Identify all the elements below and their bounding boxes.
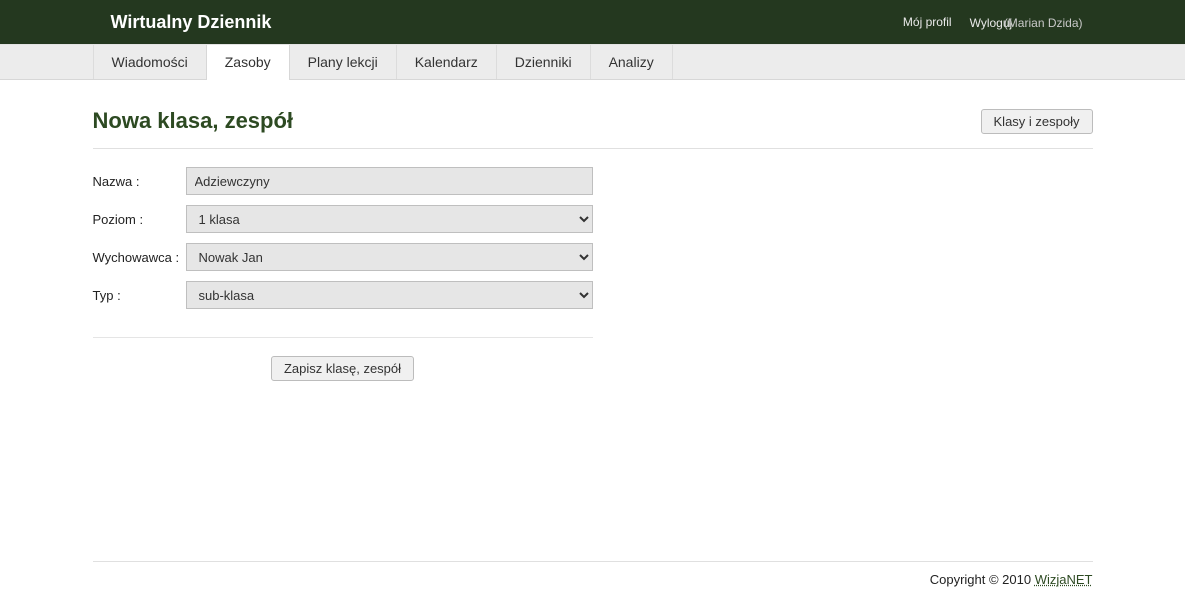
- tab-dzienniki[interactable]: Dzienniki: [496, 45, 591, 79]
- footer-link[interactable]: WizjaNET: [1035, 572, 1093, 587]
- save-button[interactable]: Zapisz klasę, zespół: [271, 356, 414, 381]
- tab-wiadomosci[interactable]: Wiadomości: [93, 45, 207, 79]
- tabs-bar: Wiadomości Zasoby Plany lekcji Kalendarz…: [0, 44, 1185, 80]
- level-select[interactable]: 1 klasa: [186, 205, 593, 233]
- app-title: Wirtualny Dziennik: [97, 12, 272, 33]
- header-links: Mój profil Wyloguj (Marian Dzida): [903, 15, 1089, 30]
- classes-groups-button[interactable]: Klasy i zespoły: [981, 109, 1093, 134]
- level-label: Poziom :: [93, 212, 186, 227]
- footer: Copyright © 2010 WizjaNET: [93, 561, 1093, 605]
- form-area: Nazwa : Poziom : 1 klasa Wychowawca : No…: [93, 149, 593, 338]
- user-name: (Marian Dzida): [1004, 16, 1083, 30]
- copyright-text: Copyright © 2010: [930, 572, 1035, 587]
- tab-plany-lekcji[interactable]: Plany lekcji: [289, 45, 397, 79]
- tab-zasoby[interactable]: Zasoby: [206, 45, 290, 79]
- main-content: Nowa klasa, zespół Klasy i zespoły Nazwa…: [93, 80, 1093, 381]
- type-select[interactable]: sub-klasa: [186, 281, 593, 309]
- type-label: Typ :: [93, 288, 186, 303]
- header-bar: Wirtualny Dziennik Mój profil Wyloguj (M…: [0, 0, 1185, 44]
- tab-kalendarz[interactable]: Kalendarz: [396, 45, 497, 79]
- teacher-label: Wychowawca :: [93, 250, 186, 265]
- name-input[interactable]: [186, 167, 593, 195]
- teacher-select[interactable]: Nowak Jan: [186, 243, 593, 271]
- name-label: Nazwa :: [93, 174, 186, 189]
- profile-link[interactable]: Mój profil: [903, 15, 952, 29]
- tab-analizy[interactable]: Analizy: [590, 45, 673, 79]
- page-title: Nowa klasa, zespół: [93, 108, 294, 134]
